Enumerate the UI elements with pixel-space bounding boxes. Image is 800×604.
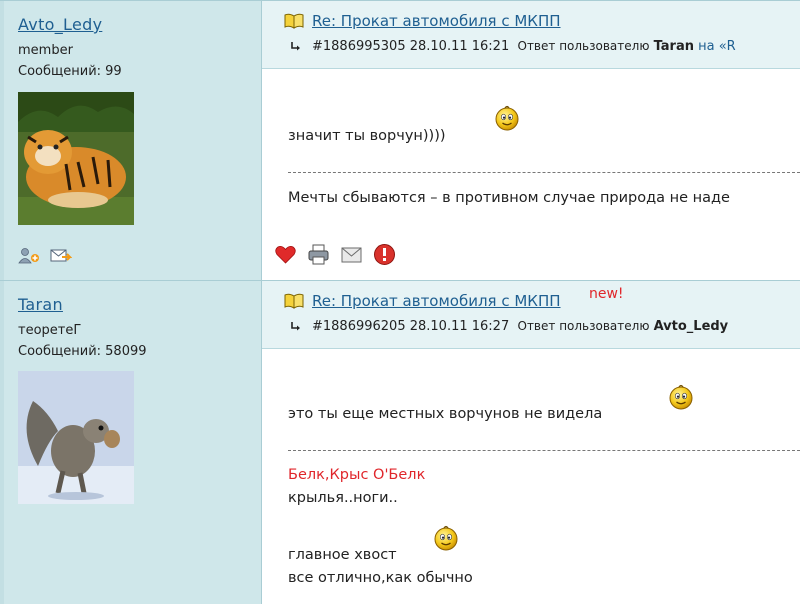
post-header: Re: Прокат автомобиля с МКПП new! #18869… <box>262 281 800 349</box>
post-text: значит ты ворчун)))) <box>288 128 446 144</box>
reply-thread-link[interactable]: на «R <box>698 39 736 54</box>
post-tools <box>274 243 396 266</box>
heart-icon[interactable] <box>274 243 297 266</box>
reply-label: Ответ пользователю <box>517 39 650 53</box>
signature-text: главное хвост <box>288 547 397 563</box>
author-panel: Taran теоретеГ Сообщений: 58099 <box>0 281 262 604</box>
post-title-link[interactable]: Re: Прокат автомобиля с МКПП <box>312 292 561 310</box>
signature-nickname: Белк,Крыс О'Белк <box>288 467 426 483</box>
signature-text: Мечты сбываются – в противном случае при… <box>288 190 730 206</box>
signature-divider <box>288 450 800 451</box>
reply-user: Avto_Ledy <box>653 319 729 334</box>
post-meta: #1886996205 28.10.11 16:27 Ответ пользов… <box>312 319 728 334</box>
avatar[interactable] <box>18 371 134 504</box>
book-icon <box>284 13 304 29</box>
post-body: это ты еще местных ворчунов не видела Бе… <box>262 349 800 604</box>
post-id-time: #1886995305 28.10.11 16:21 <box>312 39 510 54</box>
squirrel-avatar <box>18 371 134 504</box>
add-friend-icon[interactable] <box>18 247 40 265</box>
post-id-time: #1886996205 28.10.11 16:27 <box>312 319 510 334</box>
author-message-count: Сообщений: 58099 <box>18 344 147 359</box>
post-body: значит ты ворчун)))) Мечты сбываются – в… <box>262 69 800 280</box>
signature-text: все отлично,как обычно <box>288 570 473 586</box>
author-name-link[interactable]: Taran <box>18 295 63 314</box>
envelope-icon[interactable] <box>340 243 363 266</box>
reply-arrow-icon <box>290 41 302 53</box>
tiger-avatar <box>18 92 134 225</box>
author-actions <box>18 247 73 265</box>
reply-user: Taran <box>653 39 694 54</box>
post-text: это ты еще местных ворчунов не видела <box>288 406 603 422</box>
author-rank: member <box>18 43 73 58</box>
reply-arrow-icon <box>290 321 302 333</box>
author-message-count: Сообщений: 99 <box>18 64 122 79</box>
post-header: Re: Прокат автомобиля с МКПП #1886995305… <box>262 1 800 69</box>
printer-icon[interactable] <box>307 243 330 266</box>
author-rank: теоретеГ <box>18 323 82 338</box>
book-icon <box>284 293 304 309</box>
author-panel: Avto_Ledy member Сообщений: 99 <box>0 1 262 280</box>
send-message-icon[interactable] <box>50 247 73 265</box>
post-title-link[interactable]: Re: Прокат автомобиля с МКПП <box>312 12 561 30</box>
smiley-icon <box>668 384 694 410</box>
signature-text: крылья..ноги.. <box>288 490 398 506</box>
smiley-icon <box>433 525 459 551</box>
author-name-link[interactable]: Avto_Ledy <box>18 15 102 34</box>
reply-label: Ответ пользователю <box>517 319 650 333</box>
warning-icon[interactable] <box>373 243 396 266</box>
new-badge: new! <box>589 286 624 302</box>
avatar[interactable] <box>18 92 134 225</box>
forum-post: Avto_Ledy member Сообщений: 99 Re: Прока… <box>0 0 800 280</box>
signature-divider <box>288 172 800 173</box>
smiley-icon <box>494 105 520 131</box>
forum-post: Taran теоретеГ Сообщений: 58099 Re: Прок… <box>0 280 800 604</box>
post-meta: #1886995305 28.10.11 16:21 Ответ пользов… <box>312 39 736 54</box>
